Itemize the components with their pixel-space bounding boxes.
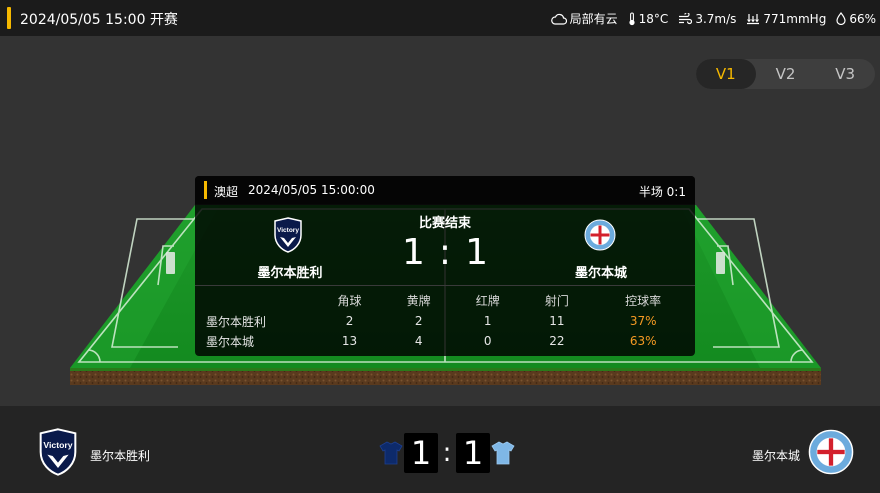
match-status: 比赛结束 — [418, 216, 471, 231]
stats-red: 0 — [483, 334, 492, 348]
cloud-icon — [550, 13, 567, 25]
version-option-v3[interactable]: V3 — [815, 59, 875, 89]
league-name: 澳超 — [214, 185, 239, 199]
stats-yellow: 4 — [414, 334, 423, 348]
card-divider — [195, 285, 695, 286]
stats-header-red: 红牌 — [475, 293, 500, 308]
svg-text:Victory: Victory — [43, 440, 72, 450]
bottom-score-bar: Victory 墨尔本胜利 1 : 1 墨尔本城 — [0, 406, 880, 493]
away-score: 1 — [465, 232, 488, 273]
stats-header-team — [195, 289, 315, 311]
halftime-score: 半场 0:1 — [638, 185, 686, 199]
home-shirt-icon — [379, 441, 403, 465]
stats-shots: 22 — [549, 334, 565, 348]
weather-info: 局部有云 18°C 3.7m/s 771mmHg 66% — [550, 10, 876, 27]
stats-header-possession: 控球率 — [625, 293, 662, 308]
full-time-score: 1:1 — [195, 232, 695, 273]
weather-humidity: 66% — [836, 12, 876, 26]
away-shirt-icon — [491, 441, 515, 465]
home-score-digit: 1 — [404, 433, 438, 473]
weather-condition-text: 局部有云 — [569, 12, 618, 26]
home-team-name: 墨尔本胜利 — [90, 449, 151, 463]
stats-row-home: 墨尔本胜利 2 2 1 11 37% — [195, 311, 695, 331]
card-accent-bar — [204, 181, 207, 199]
score-separator: : — [442, 438, 452, 468]
droplet-icon — [836, 12, 846, 25]
accent-bar — [7, 7, 11, 29]
stats-team-name: 墨尔本胜利 — [206, 314, 267, 329]
score-separator: : — [438, 232, 452, 273]
stats-shots: 11 — [549, 314, 565, 328]
stats-header-yellow: 黄牌 — [406, 293, 431, 308]
away-team-name: 墨尔本城 — [751, 449, 800, 463]
home-team-logo: Victory — [39, 428, 77, 476]
temperature-text: 18°C — [638, 11, 669, 26]
card-header: 澳超 2024/05/05 15:00:00 半场 0:1 — [195, 176, 695, 204]
stats-corners: 13 — [341, 334, 358, 348]
version-toggle: V1 V2 V3 — [696, 59, 875, 89]
thermometer-icon — [629, 11, 635, 25]
wind-icon — [679, 12, 693, 24]
stats-team-name: 墨尔本城 — [206, 334, 255, 349]
top-bar: 2024/05/05 15:00 开赛 局部有云 18°C 3.7m/s 771… — [0, 0, 880, 36]
humidity-text: 66% — [849, 11, 876, 26]
pressure-text: 771mmHg — [763, 11, 827, 26]
stats-header-shots: 射门 — [544, 293, 569, 308]
match-datetime: 2024/05/05 15:00:00 — [248, 183, 375, 197]
weather-pressure: 771mmHg — [746, 12, 826, 26]
stats-corners: 2 — [345, 314, 354, 328]
away-team-logo — [808, 429, 854, 475]
match-score-card: 澳超 2024/05/05 15:00:00 半场 0:1 比赛结束 Victo… — [195, 176, 695, 356]
stats-possession: 63% — [629, 334, 657, 348]
home-score: 1 — [402, 232, 425, 273]
wind-text: 3.7m/s — [695, 11, 737, 26]
pressure-icon — [747, 13, 760, 24]
stats-red: 1 — [483, 314, 492, 328]
stats-possession: 37% — [629, 314, 657, 328]
stats-yellow: 2 — [414, 314, 423, 328]
stats-row-away: 墨尔本城 13 4 0 22 63% — [195, 331, 695, 351]
version-option-v1[interactable]: V1 — [696, 59, 756, 89]
match-start-time: 2024/05/05 15:00 开赛 — [20, 12, 178, 28]
stats-header-row: 角球 黄牌 红牌 射门 控球率 — [195, 289, 695, 311]
match-stats-table: 角球 黄牌 红牌 射门 控球率 墨尔本胜利 2 2 1 11 37% 墨尔本城 … — [195, 289, 695, 351]
stats-header-corners: 角球 — [337, 293, 362, 308]
weather-wind: 3.7m/s — [678, 12, 736, 26]
weather-temperature: 18°C — [628, 11, 669, 26]
bottom-score: 1 : 1 — [378, 433, 516, 473]
weather-condition: 局部有云 — [550, 10, 618, 27]
away-score-digit: 1 — [456, 433, 490, 473]
version-option-v2[interactable]: V2 — [756, 59, 816, 89]
